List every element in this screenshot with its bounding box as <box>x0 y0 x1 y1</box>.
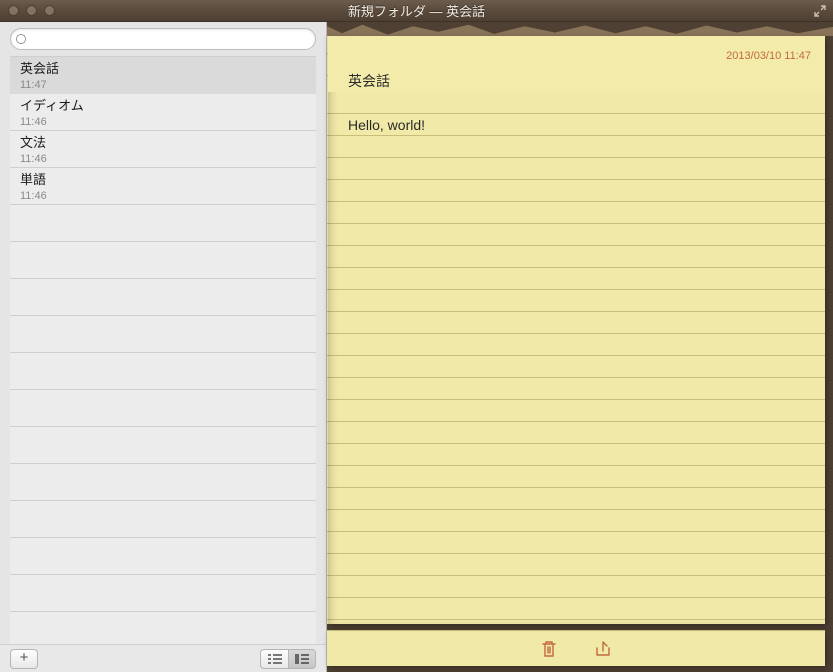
add-note-button[interactable]: + <box>10 649 38 669</box>
note-list-item[interactable]: 文法 11:46 <box>10 131 316 168</box>
note-item-title: 文法 <box>20 134 306 152</box>
close-window-button[interactable] <box>8 5 19 16</box>
note-item-title: イディオム <box>20 97 306 115</box>
note-item-time: 11:46 <box>20 152 306 166</box>
sidebar: 英会話 11:47 イディオム 11:46 文法 11:46 単語 11:46 … <box>0 22 327 672</box>
notes-list[interactable]: 英会話 11:47 イディオム 11:46 文法 11:46 単語 11:46 <box>10 56 316 644</box>
note-body: Hello, world! <box>348 114 805 136</box>
body-area: 英会話 11:47 イディオム 11:46 文法 11:46 単語 11:46 … <box>0 22 833 672</box>
trash-icon <box>539 639 559 659</box>
note-list-item[interactable]: イディオム 11:46 <box>10 94 316 131</box>
share-note-button[interactable] <box>593 639 613 659</box>
zoom-window-button[interactable] <box>44 5 55 16</box>
window-title: 新規フォルダ — 英会話 <box>0 1 833 20</box>
delete-note-button[interactable] <box>539 639 559 659</box>
fullscreen-button[interactable] <box>813 4 827 18</box>
minimize-window-button[interactable] <box>26 5 37 16</box>
app-window: 新規フォルダ — 英会話 英会話 11:47 イディオム 11: <box>0 0 833 672</box>
note-pane: 2013/03/10 11:47 英会話 Hello, world! <box>327 22 833 672</box>
list-view-icon <box>268 654 282 664</box>
note-item-time: 11:46 <box>20 189 306 203</box>
note-list-item[interactable]: 英会話 11:47 <box>10 57 316 94</box>
grid-view-icon <box>295 654 309 664</box>
titlebar: 新規フォルダ — 英会話 <box>0 0 833 22</box>
search-input[interactable] <box>10 28 316 50</box>
note-paper[interactable]: 2013/03/10 11:47 英会話 Hello, world! <box>327 36 825 624</box>
note-list-item[interactable]: 単語 11:46 <box>10 168 316 205</box>
note-item-title: 英会話 <box>20 60 306 78</box>
note-content[interactable]: 英会話 Hello, world! <box>328 36 825 136</box>
share-icon <box>593 639 613 659</box>
note-title: 英会話 <box>348 70 805 92</box>
paper-torn-edge <box>327 22 833 36</box>
list-view-button[interactable] <box>260 649 288 669</box>
search-wrap <box>0 22 326 56</box>
note-item-time: 11:46 <box>20 115 306 129</box>
note-item-title: 単語 <box>20 171 306 189</box>
grid-view-button[interactable] <box>288 649 316 669</box>
view-mode-segment <box>260 649 316 669</box>
traffic-lights <box>0 5 55 16</box>
sidebar-footer: + <box>0 644 326 672</box>
note-item-time: 11:47 <box>20 78 306 92</box>
note-toolbar <box>327 630 825 666</box>
